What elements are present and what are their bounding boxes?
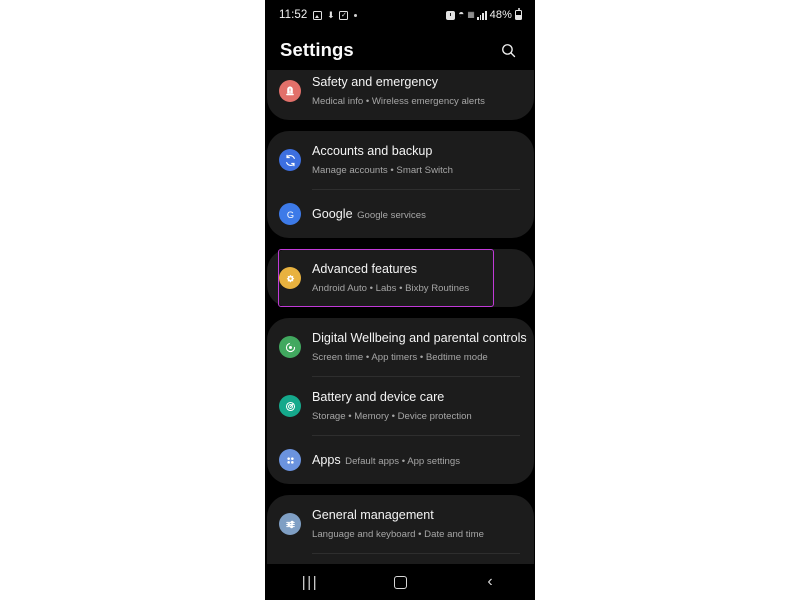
gallery-icon	[313, 10, 323, 20]
list-item-subtitle: Android Auto • Labs • Bixby Routines	[312, 283, 470, 294]
list-item-subtitle: Google services	[357, 210, 426, 221]
home-button[interactable]	[374, 567, 426, 597]
list-item-text: General management Language and keyboard…	[312, 506, 520, 542]
list-item-text: Safety and emergency Medical info • Wire…	[312, 73, 520, 109]
list-item-title: Accounts and backup	[312, 144, 433, 158]
list-item-subtitle: Language and keyboard • Date and time	[312, 529, 484, 540]
alarm-icon	[446, 10, 456, 20]
dot-icon	[354, 13, 358, 17]
list-item-title: General management	[312, 508, 434, 522]
list-item-text: Apps Default apps • App settings	[312, 451, 520, 469]
list-item-title: Advanced features	[312, 262, 418, 276]
page-title: Settings	[280, 39, 354, 60]
apps-grid-icon	[279, 449, 301, 471]
back-button[interactable]: ‹	[464, 567, 516, 597]
list-item-general-management[interactable]: General management Language and keyboard…	[267, 495, 534, 553]
checkbox-icon: ✓	[339, 10, 349, 20]
list-item-subtitle: Manage accounts • Smart Switch	[312, 165, 453, 176]
settings-group-accounts: Accounts and backup Manage accounts • Sm…	[267, 131, 534, 238]
wifi-icon: ◓	[458, 9, 465, 20]
list-item-subtitle: Storage • Memory • Device protection	[312, 411, 472, 422]
navigation-bar: ||| ‹	[265, 564, 535, 600]
settings-group-wellbeing: Digital Wellbeing and parental controls …	[267, 318, 534, 484]
siren-icon	[279, 80, 301, 102]
list-item-text: Accounts and backup Manage accounts • Sm…	[312, 142, 520, 178]
status-bar: 11:52 ⬇ ✓ ◓ ▦ 48%	[265, 0, 535, 30]
gear-star-icon	[279, 267, 301, 289]
list-item-google[interactable]: G Google Google services	[267, 190, 534, 238]
download-icon: ⬇	[327, 9, 335, 20]
list-item-subtitle: Screen time • App timers • Bedtime mode	[312, 352, 488, 363]
list-item-text: Digital Wellbeing and parental controls …	[312, 329, 527, 365]
list-item-title: Safety and emergency	[312, 75, 439, 89]
list-item-text: Advanced features Android Auto • Labs • …	[312, 260, 480, 296]
status-bar-right: ◓ ▦ 48%	[446, 8, 522, 21]
phone-screen: 11:52 ⬇ ✓ ◓ ▦ 48% Settings Safety and em…	[265, 0, 535, 600]
sync-icon	[279, 149, 301, 171]
list-item-battery-and-device-care[interactable]: Battery and device care Storage • Memory…	[267, 377, 534, 435]
status-clock: 11:52	[279, 9, 308, 21]
list-item-apps[interactable]: Apps Default apps • App settings	[267, 436, 534, 484]
sim-icon: ▦	[467, 10, 475, 19]
home-square-icon	[393, 575, 407, 589]
battery-icon	[515, 8, 522, 20]
sliders-icon	[279, 513, 301, 535]
device-care-icon	[279, 395, 301, 417]
status-bar-left: 11:52 ⬇ ✓	[279, 9, 358, 21]
signal-bars-icon	[477, 10, 487, 20]
wellbeing-icon	[279, 336, 301, 358]
list-item-subtitle: Default apps • App settings	[345, 456, 460, 467]
settings-list[interactable]: Safety and emergency Medical info • Wire…	[265, 70, 535, 600]
settings-group-safety: Safety and emergency Medical info • Wire…	[267, 70, 534, 120]
settings-group-advanced: Advanced features Android Auto • Labs • …	[267, 249, 534, 307]
battery-percent-label: 48%	[489, 9, 512, 21]
list-item-accounts-and-backup[interactable]: Accounts and backup Manage accounts • Sm…	[267, 131, 534, 189]
list-item-text: Battery and device care Storage • Memory…	[312, 388, 520, 424]
list-item-title: Google	[312, 207, 353, 221]
list-item-advanced-features[interactable]: Advanced features Android Auto • Labs • …	[278, 249, 494, 307]
list-item-text: Google Google services	[312, 205, 520, 223]
list-item-title: Apps	[312, 453, 341, 467]
list-item-digital-wellbeing[interactable]: Digital Wellbeing and parental controls …	[267, 318, 534, 376]
svg-text:G: G	[286, 209, 293, 219]
list-item-safety-and-emergency[interactable]: Safety and emergency Medical info • Wire…	[267, 70, 534, 120]
recents-button[interactable]: |||	[284, 567, 336, 597]
list-item-title: Digital Wellbeing and parental controls	[312, 331, 527, 345]
list-item-subtitle: Medical info • Wireless emergency alerts	[312, 96, 485, 107]
search-icon[interactable]	[497, 39, 519, 61]
list-item-title: Battery and device care	[312, 390, 445, 404]
app-bar: Settings	[265, 30, 535, 70]
google-g-icon: G	[279, 203, 301, 225]
